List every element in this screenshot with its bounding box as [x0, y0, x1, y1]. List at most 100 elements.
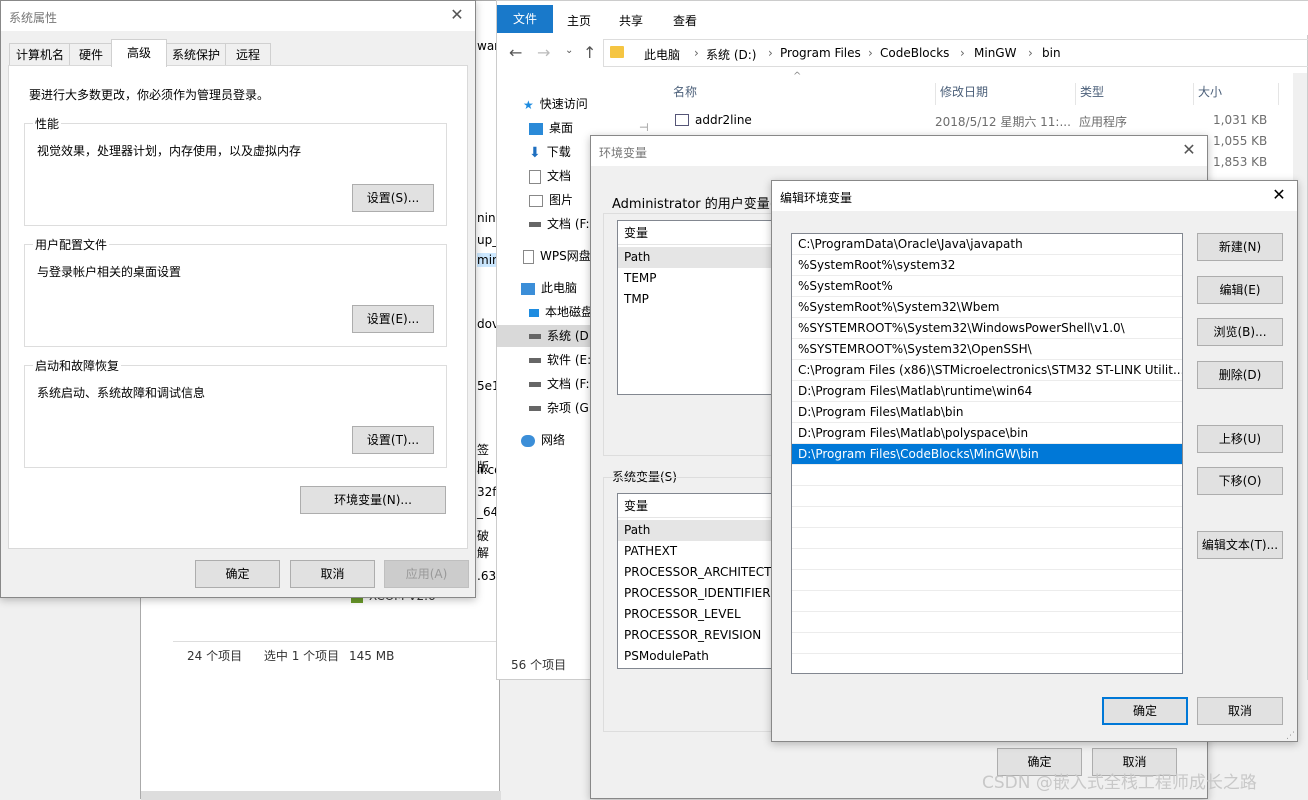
resize-grip-icon[interactable]: ⋰	[1286, 731, 1295, 741]
list-item[interactable]: PROCESSOR_ARCHITECT...	[618, 562, 796, 583]
path-entries-list[interactable]: C:\ProgramData\Oracle\Java\javapath %Syst…	[791, 233, 1183, 674]
nav-docs-f2[interactable]: 文档 (F:	[529, 373, 590, 395]
ribbon-tab-share[interactable]: 共享	[619, 12, 643, 29]
nav-desktop[interactable]: 桌面	[529, 117, 573, 139]
path-entry[interactable]	[792, 591, 1182, 612]
list-item[interactable]: PATHEXT	[618, 541, 796, 562]
nav-docs-f[interactable]: 文档 (F:	[529, 213, 590, 235]
environment-variables-button[interactable]: 环境变量(N)...	[300, 486, 446, 514]
path-entry[interactable]: %SystemRoot%	[792, 276, 1182, 297]
path-entry[interactable]	[792, 633, 1182, 654]
nav-local-disk[interactable]: 本地磁盘	[529, 301, 593, 323]
path-entry[interactable]	[792, 654, 1182, 673]
ok-button[interactable]: 确定	[1102, 697, 1188, 725]
recent-chevron-icon[interactable]: ⌄	[565, 45, 573, 56]
nav-wps-cloud[interactable]: WPS网盘	[523, 245, 591, 267]
browse-button[interactable]: 浏览(B)...	[1197, 318, 1283, 346]
performance-settings-button[interactable]: 设置(S)...	[352, 184, 434, 212]
ribbon-tab-home[interactable]: 主页	[567, 12, 591, 29]
delete-button[interactable]: 删除(D)	[1197, 361, 1283, 389]
breadcrumb-bin[interactable]: bin	[1042, 46, 1061, 60]
path-entry[interactable]: D:\Program Files\Matlab\polyspace\bin	[792, 423, 1182, 444]
column-type[interactable]: 类型	[1075, 83, 1104, 105]
tab-remote[interactable]: 远程	[225, 43, 271, 67]
nav-label: 下载	[546, 145, 571, 159]
list-item[interactable]: PSModulePath	[618, 646, 796, 667]
edit-button[interactable]: 编辑(E)	[1197, 276, 1283, 304]
nav-system-d[interactable]: 系统 (D:	[497, 325, 593, 347]
path-entry[interactable]	[792, 528, 1182, 549]
forward-button[interactable]: →	[537, 43, 550, 62]
system-vars-list[interactable]: 变量 Path PATHEXT PROCESSOR_ARCHITECT... P…	[617, 493, 797, 669]
path-entry[interactable]: D:\Program Files\Matlab\runtime\win64	[792, 381, 1182, 402]
list-item[interactable]: Path	[618, 520, 796, 541]
nav-network[interactable]: 网络	[521, 429, 565, 451]
path-entry[interactable]: C:\ProgramData\Oracle\Java\javapath	[792, 234, 1182, 255]
path-entry[interactable]: D:\Program Files\CodeBlocks\MinGW\bin	[792, 444, 1182, 465]
path-entry[interactable]: C:\Program Files (x86)\STMicroelectronic…	[792, 360, 1182, 381]
path-entry[interactable]	[792, 486, 1182, 507]
cancel-button[interactable]: 取消	[290, 560, 375, 588]
file-name: addr2line	[695, 113, 752, 127]
column-header-variable[interactable]: 变量	[618, 494, 796, 518]
startup-recovery-settings-button[interactable]: 设置(T)...	[352, 426, 434, 454]
ok-button[interactable]: 确定	[195, 560, 280, 588]
new-button[interactable]: 新建(N)	[1197, 233, 1283, 261]
nav-quick-access[interactable]: ★ 快速访问	[523, 93, 588, 115]
nav-this-pc[interactable]: 此电脑	[521, 277, 577, 299]
path-entry[interactable]	[792, 507, 1182, 528]
close-icon[interactable]: ✕	[1179, 140, 1199, 159]
breadcrumb-drive[interactable]: 系统 (D:)	[706, 46, 756, 63]
breadcrumb-program-files[interactable]: Program Files	[780, 46, 861, 60]
list-item[interactable]: TMP	[618, 289, 796, 310]
apply-button[interactable]: 应用(A)	[384, 560, 469, 588]
path-entry[interactable]	[792, 570, 1182, 591]
path-entry[interactable]: %SystemRoot%\System32\Wbem	[792, 297, 1182, 318]
column-header-variable[interactable]: 变量	[618, 221, 796, 245]
nav-downloads[interactable]: ⬇ 下载	[529, 141, 571, 163]
path-entry[interactable]	[792, 465, 1182, 486]
nav-software-e[interactable]: 软件 (E:	[529, 349, 591, 371]
tab-computer-name[interactable]: 计算机名	[9, 43, 71, 67]
tab-advanced[interactable]: 高级	[111, 39, 167, 67]
path-entry[interactable]: D:\Program Files\Matlab\bin	[792, 402, 1182, 423]
back-button[interactable]: ←	[509, 43, 522, 62]
breadcrumb-codeblocks[interactable]: CodeBlocks	[880, 46, 949, 60]
close-icon[interactable]: ✕	[1269, 185, 1289, 204]
user-profiles-settings-button[interactable]: 设置(E)...	[352, 305, 434, 333]
tab-system-protection[interactable]: 系统保护	[165, 43, 227, 67]
move-down-button[interactable]: 下移(O)	[1197, 467, 1283, 495]
list-item[interactable]: PROCESSOR_IDENTIFIER	[618, 583, 796, 604]
nav-pictures[interactable]: 图片	[529, 189, 573, 211]
performance-group: 性能 视觉效果，处理器计划，内存使用，以及虚拟内存 设置(S)...	[24, 115, 447, 226]
list-item[interactable]: TEMP	[618, 268, 796, 289]
up-button[interactable]: ↑	[583, 43, 596, 62]
tab-hardware[interactable]: 硬件	[69, 43, 113, 67]
list-item[interactable]: PROCESSOR_LEVEL	[618, 604, 796, 625]
nav-documents[interactable]: 文档	[529, 165, 571, 187]
path-entry[interactable]: %SystemRoot%\system32	[792, 255, 1182, 276]
edit-text-button[interactable]: 编辑文本(T)...	[1197, 531, 1283, 559]
breadcrumb-this-pc[interactable]: 此电脑	[644, 46, 680, 63]
path-entry[interactable]	[792, 549, 1182, 570]
ribbon-tab-view[interactable]: 查看	[673, 12, 697, 29]
nav-label: 系统 (D:	[547, 329, 593, 343]
list-item[interactable]: PROCESSOR_REVISION	[618, 625, 796, 646]
path-entry[interactable]	[792, 612, 1182, 633]
ribbon-tab-file[interactable]: 文件	[497, 5, 553, 33]
list-item[interactable]: Path	[618, 247, 796, 268]
path-entry[interactable]: %SYSTEMROOT%\System32\OpenSSH\	[792, 339, 1182, 360]
address-bar[interactable]: 此电脑 › 系统 (D:) › Program Files › CodeBloc…	[603, 39, 1308, 67]
admin-note: 要进行大多数更改，你必须作为管理员登录。	[29, 88, 270, 102]
user-vars-list[interactable]: 变量 Path TEMP TMP	[617, 220, 797, 395]
column-name[interactable]: 名称	[673, 83, 697, 100]
move-up-button[interactable]: 上移(U)	[1197, 425, 1283, 453]
close-icon[interactable]: ✕	[447, 5, 467, 24]
breadcrumb-mingw[interactable]: MinGW	[974, 46, 1016, 60]
cancel-button[interactable]: 取消	[1197, 697, 1283, 725]
column-date[interactable]: 修改日期	[935, 83, 988, 105]
column-size[interactable]: 大小	[1193, 83, 1279, 105]
path-entry[interactable]: %SYSTEMROOT%\System32\WindowsPowerShell\…	[792, 318, 1182, 339]
nav-misc-g[interactable]: 杂项 (G	[529, 397, 589, 419]
file-row[interactable]: addr2line 2018/5/12 星期六 11:... 应用程序 1,03…	[673, 111, 1273, 131]
